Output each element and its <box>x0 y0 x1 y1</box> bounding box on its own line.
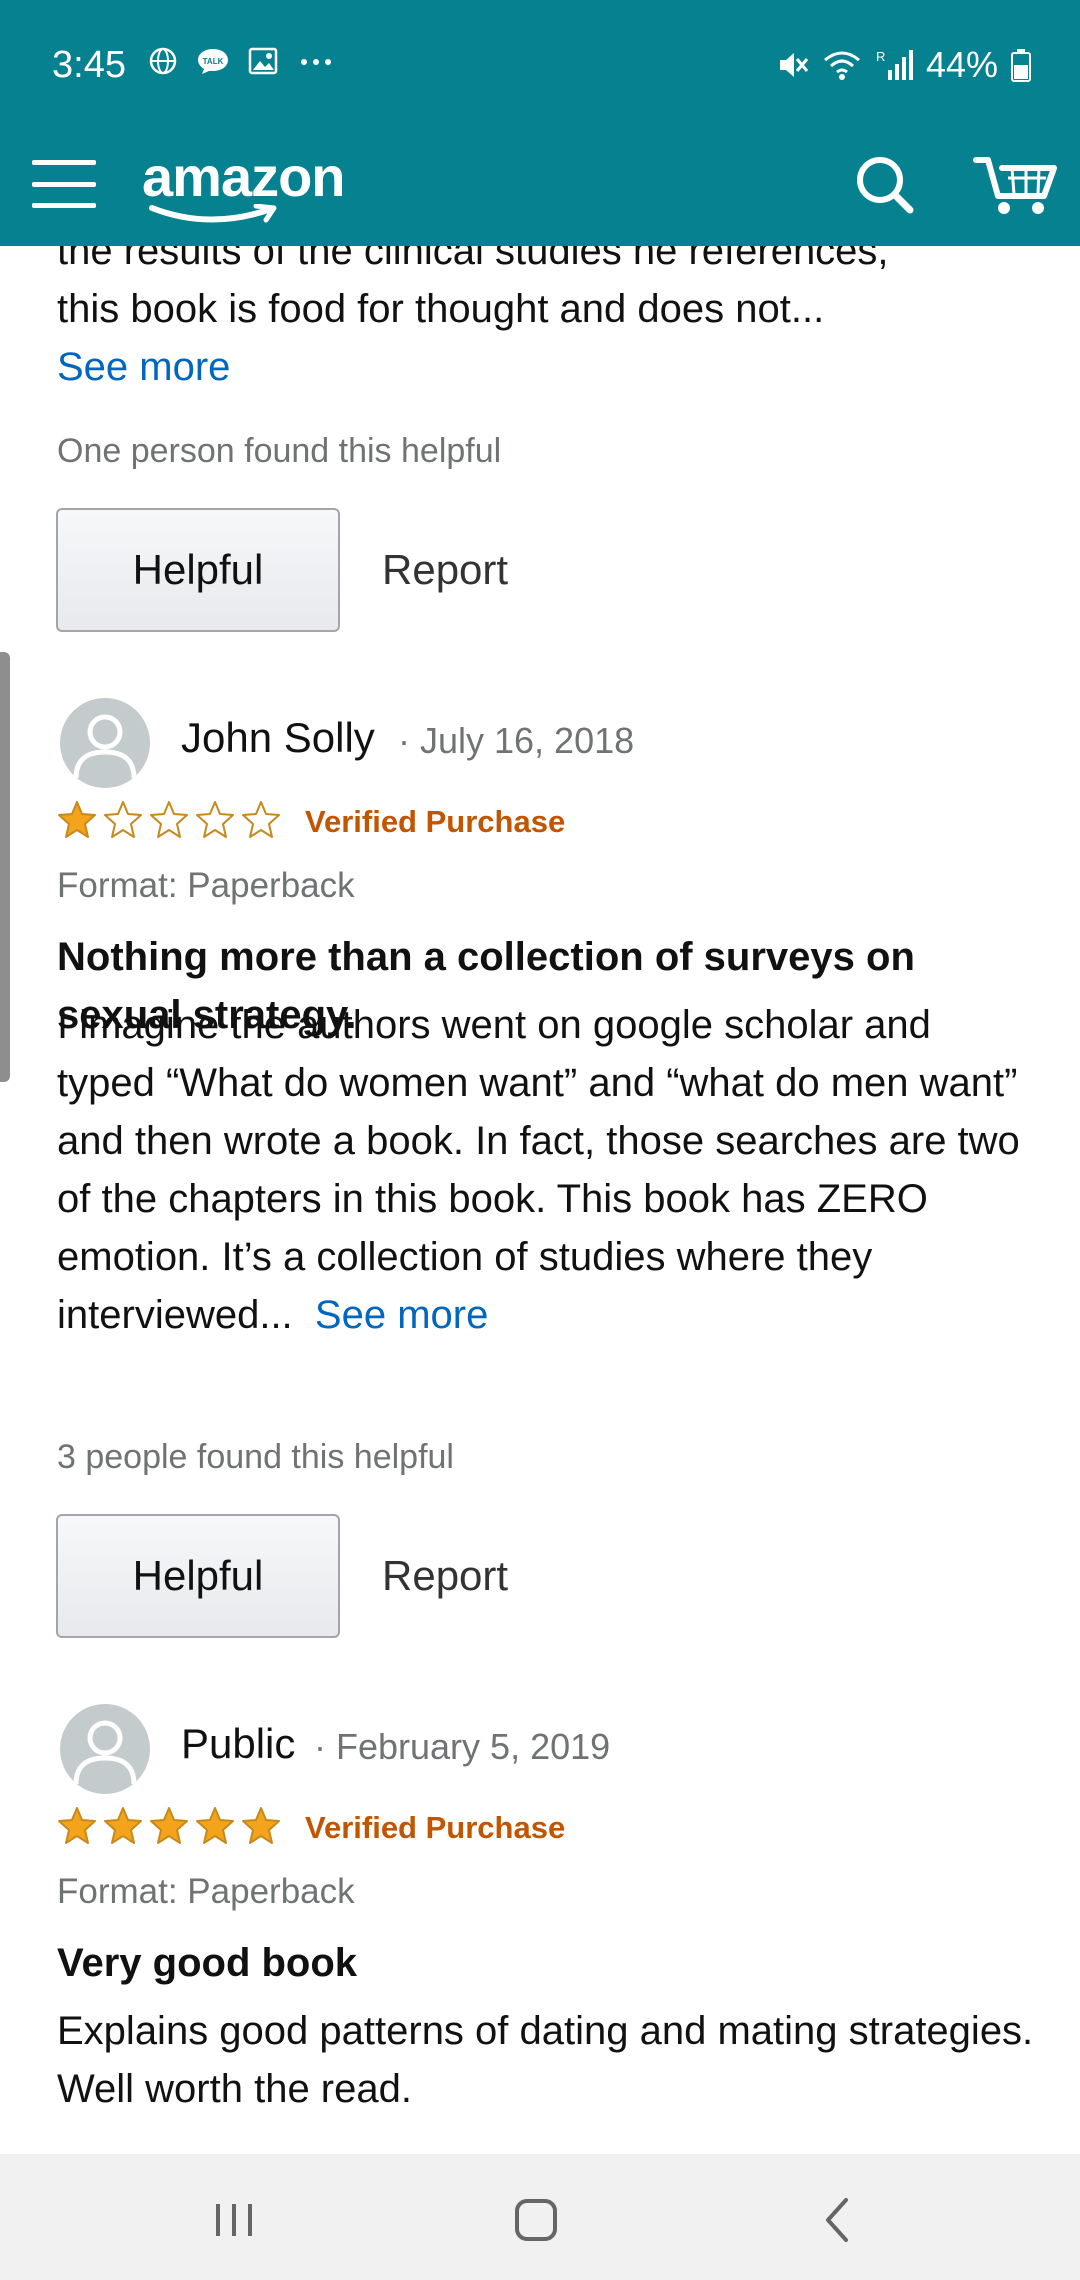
svg-text:R: R <box>876 49 885 64</box>
review-body: Explains good patterns of dating and mat… <box>57 2009 1034 2111</box>
user-icon <box>73 714 137 779</box>
back-icon[interactable] <box>808 2190 868 2250</box>
reviews-list[interactable]: the results of the clinical studies he r… <box>0 246 1080 2154</box>
status-bar: 3:45 TALK R 44% <box>0 0 1080 132</box>
smile-arrow-icon <box>149 204 277 223</box>
scroll-handle[interactable] <box>0 652 10 1082</box>
review-date: · February 5, 2019 <box>314 1726 611 1767</box>
star-filled-icon <box>104 1807 142 1844</box>
battery-icon <box>1011 49 1031 82</box>
image-icon <box>248 47 278 75</box>
menu-icon[interactable] <box>32 152 96 216</box>
wifi-icon <box>823 51 860 80</box>
status-time: 3:45 <box>52 44 126 86</box>
star-filled-icon <box>242 1807 280 1844</box>
verified-purchase-badge: Verified Purchase <box>305 804 566 839</box>
star-filled-icon <box>58 1807 96 1844</box>
home-icon[interactable] <box>506 2190 566 2250</box>
review-body: I imagine the authors went on google sch… <box>57 1003 1020 1337</box>
helpful-button[interactable]: Helpful <box>56 1514 340 1638</box>
logo-text: amazon <box>142 145 345 208</box>
helpful-count: One person found this helpful <box>57 432 502 470</box>
star-empty-icon <box>104 801 142 838</box>
see-more-link[interactable]: See more <box>315 1293 488 1337</box>
star-rating <box>56 1806 282 1846</box>
format-label: Format: Paperback <box>57 866 355 905</box>
star-empty-icon <box>242 801 280 838</box>
notification-icons: TALK <box>148 46 336 76</box>
reviewer-name[interactable]: Public <box>181 1720 295 1768</box>
battery-percent: 44% <box>925 44 998 85</box>
report-link[interactable]: Report <box>382 546 508 594</box>
mute-icon <box>779 53 809 77</box>
star-filled-icon <box>150 1807 188 1844</box>
talk-icon: TALK <box>198 49 228 74</box>
star-empty-icon <box>196 801 234 838</box>
signal-icon: R <box>876 49 913 80</box>
user-icon <box>73 1720 137 1785</box>
search-icon[interactable] <box>848 148 920 220</box>
cart-icon[interactable] <box>972 148 1062 220</box>
format-label: Format: Paperback <box>57 1872 355 1911</box>
navigation-bar <box>0 2154 1080 2280</box>
star-filled-icon <box>58 801 96 838</box>
verified-purchase-badge: Verified Purchase <box>305 1810 566 1845</box>
review-body: the results of the clinical studies he r… <box>57 246 889 389</box>
review-date: · July 16, 2018 <box>398 720 635 761</box>
helpful-count: 3 people found this helpful <box>57 1438 454 1476</box>
recent-apps-icon[interactable] <box>204 2190 264 2250</box>
more-dots-icon <box>301 59 331 65</box>
reviewer-name[interactable]: John Solly <box>181 714 375 762</box>
report-link[interactable]: Report <box>382 1552 508 1600</box>
avatar <box>60 1704 150 1794</box>
star-rating <box>56 800 282 840</box>
amazon-logo[interactable]: amazon <box>142 138 372 226</box>
avatar <box>60 698 150 788</box>
star-empty-icon <box>150 801 188 838</box>
app-header: amazon <box>0 132 1080 246</box>
helpful-button[interactable]: Helpful <box>56 508 340 632</box>
review-title: Very good book <box>57 1941 358 1985</box>
globe-icon <box>149 47 177 75</box>
system-status: R 44% <box>776 44 1032 86</box>
star-filled-icon <box>196 1807 234 1844</box>
svg-text:TALK: TALK <box>203 57 224 66</box>
see-more-link[interactable]: See more <box>57 345 230 389</box>
